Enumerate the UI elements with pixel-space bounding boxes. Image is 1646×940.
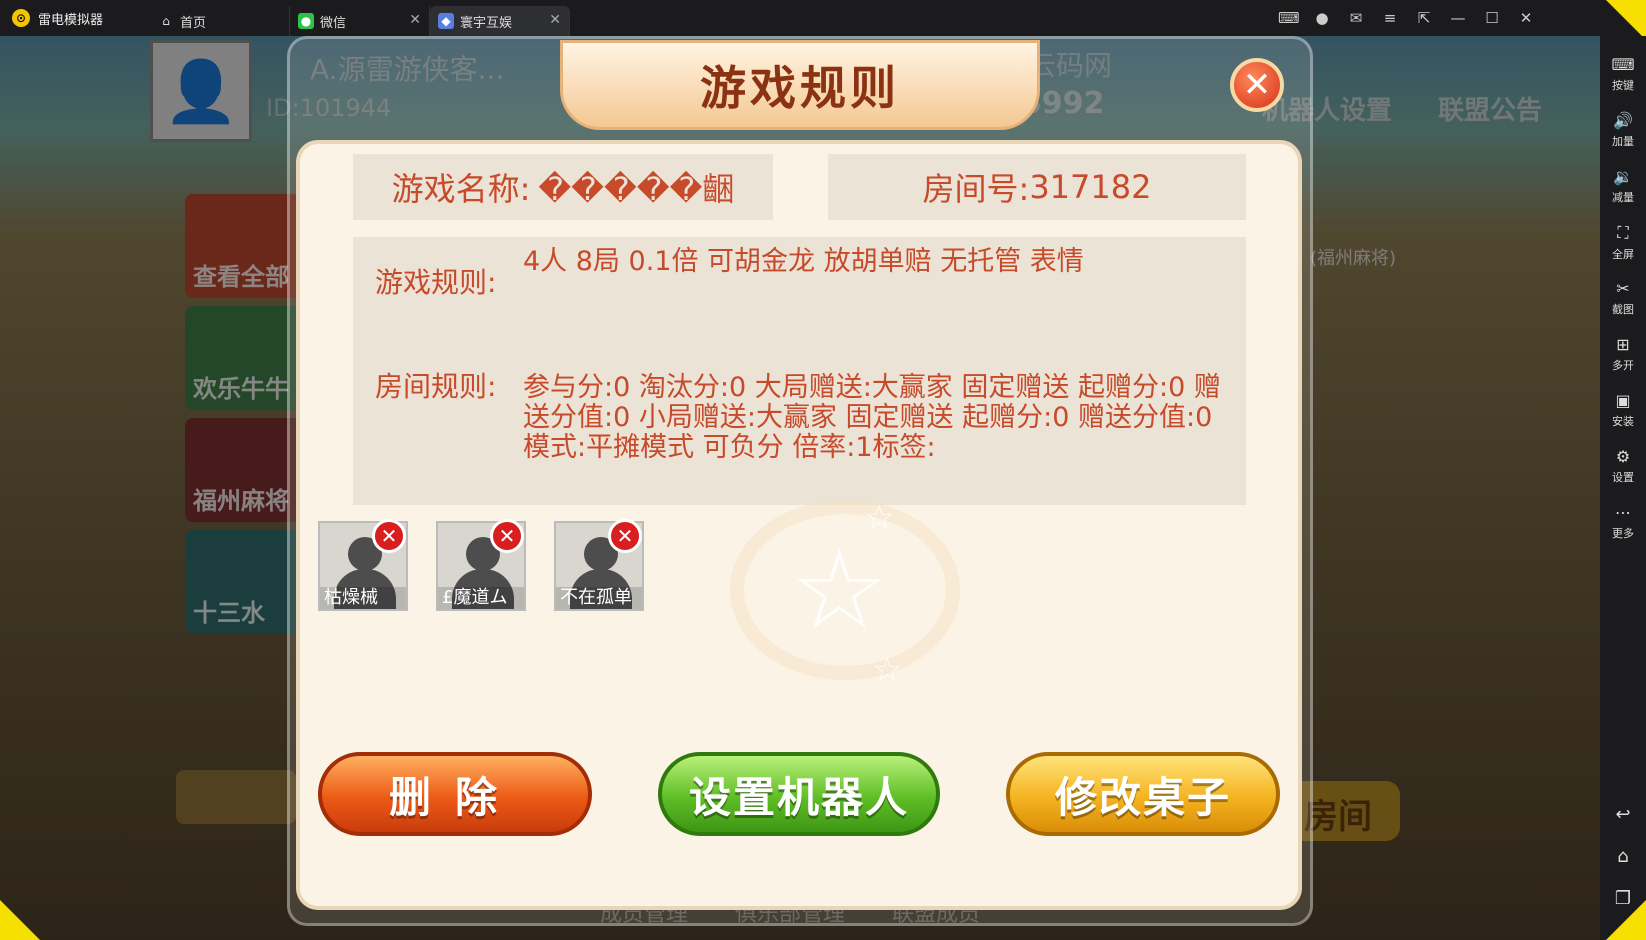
volume-up-icon: 🔊 (1613, 111, 1633, 130)
close-window-icon[interactable]: ✕ (1516, 9, 1536, 27)
sidebar-item-install[interactable]: ▣ 安装 (1600, 382, 1646, 438)
tab-game-close-icon[interactable]: ✕ (549, 12, 561, 28)
home-nav-icon[interactable]: ⌂ (1600, 846, 1646, 888)
rules-box: 游戏规则: 4人 8局 0.1倍 可胡金龙 放胡单赔 无托管 表情 房间规则: … (353, 237, 1246, 505)
tab-wechat-label: 微信 (320, 15, 347, 31)
game-rules-label: 游戏规则: (375, 266, 497, 299)
dialog-close-button[interactable]: ✕ (1230, 58, 1284, 112)
tab-home-label: 首页 (180, 15, 207, 31)
game-rules-text: 4人 8局 0.1倍 可胡金龙 放胡单赔 无托管 表情 (523, 246, 1084, 277)
sidebar-item-settings[interactable]: ⚙ 设置 (1600, 438, 1646, 494)
kick-player-3-button[interactable]: ✕ (608, 519, 642, 553)
small-star-icon: ☆ (872, 650, 903, 690)
sidebar-item-label: 全屏 (1612, 247, 1634, 261)
corner-accent (1606, 0, 1646, 40)
more-icon: ⋯ (1615, 503, 1631, 522)
sidebar-item-label: 多开 (1612, 359, 1634, 372)
menu-icon[interactable]: ≡ (1380, 9, 1400, 27)
restore-icon[interactable]: ⇱ (1414, 9, 1434, 27)
room-rules-label: 房间规则: (375, 370, 497, 403)
apk-icon: ▣ (1615, 391, 1631, 410)
tab-wechat-close-icon[interactable]: ✕ (409, 12, 421, 28)
sidebar-item-label: 设置 (1612, 471, 1634, 484)
account-icon[interactable]: ● (1312, 9, 1332, 27)
player-name: 枯燥械 (320, 587, 406, 609)
corner-accent-bottom-right (1606, 900, 1646, 940)
tab-game-label: 寰宇互娱 (460, 15, 513, 31)
tab-wechat[interactable]: ● 微信 ✕ (290, 6, 430, 36)
back-icon[interactable]: ↩ (1600, 804, 1646, 846)
game-app-icon: ◆ (438, 13, 454, 29)
player-name: £魔道ム (438, 587, 524, 609)
sidebar-item-label: 减量 (1612, 191, 1634, 204)
mail-icon[interactable]: ✉ (1346, 9, 1366, 27)
gear-icon: ⚙ (1615, 447, 1631, 466)
emulator-brand[interactable]: ⊙ 雷电模拟器 (0, 0, 150, 36)
sidebar-item-label: 截图 (1612, 303, 1634, 316)
star-icon: ☆ (790, 526, 889, 654)
emulator-logo-icon: ⊙ (12, 9, 30, 27)
small-star-icon: ☆ (864, 498, 895, 538)
sidebar-item-volume-up[interactable]: 🔊 加量 (1600, 102, 1646, 158)
corner-accent-bottom-left (0, 900, 40, 940)
room-rules-text: 参与分:0 淘汰分:0 大局赠送:大赢家 固定赠送 起赠分:0 赠送分值:0 小… (523, 372, 1221, 463)
sidebar-item-label: 加量 (1612, 135, 1634, 148)
sidebar-item-label: 按键 (1612, 79, 1634, 92)
sidebar-item-more[interactable]: ⋯ 更多 (1600, 494, 1646, 550)
close-icon: ✕ (1242, 65, 1272, 105)
dialog-title-banner: 游戏规则 (560, 40, 1040, 130)
sidebar-item-multi[interactable]: ⊞ 多开 (1600, 326, 1646, 382)
modify-table-button[interactable]: 修改桌子 (1006, 752, 1280, 836)
kick-player-2-button[interactable]: ✕ (490, 519, 524, 553)
window-controls: ⌨ ● ✉ ≡ ⇱ — ☐ ✕ (1278, 0, 1536, 36)
tab-home[interactable]: ⌂ 首页 (150, 6, 290, 36)
emulator-titlebar: ⊙ 雷电模拟器 ⌂ 首页 ● 微信 ✕ ◆ 寰宇互娱 ✕ ⌨ ● ✉ ≡ ⇱ —… (0, 0, 1646, 36)
game-name-label: 游戏名称: (391, 170, 531, 208)
multi-open-icon: ⊞ (1616, 335, 1630, 354)
delete-button[interactable]: 删除 (318, 752, 592, 836)
dialog-title: 游戏规则 (700, 61, 900, 115)
room-value: 317182 (1029, 168, 1152, 206)
sidebar-item-keys[interactable]: ⌨ 按键 (1600, 46, 1646, 102)
fullscreen-icon: ⛶ (1617, 222, 1629, 242)
sidebar-item-volume-down[interactable]: 🔉 减量 (1600, 158, 1646, 214)
sidebar-item-screenshot[interactable]: ✂ 截图 (1600, 270, 1646, 326)
emulator-sidebar: ⌨ 按键 🔊 加量 🔉 减量 ⛶ 全屏 ✂ 截图 ⊞ 多开 ▣ 安装 ⚙ 设置 … (1600, 36, 1646, 940)
keyboard-icon: ⌨ (1611, 55, 1635, 74)
wechat-icon: ● (298, 13, 314, 29)
emulator-app-name: 雷电模拟器 (38, 12, 104, 28)
player-name: 不在孤单 (556, 587, 642, 609)
game-name-value: �����齫 (538, 170, 735, 208)
gamepad-icon[interactable]: ⌨ (1278, 9, 1300, 27)
volume-down-icon: 🔉 (1613, 167, 1633, 186)
room-number-box: 房间号: 317182 (828, 154, 1246, 220)
sidebar-item-label: 安装 (1612, 415, 1634, 428)
minimize-icon[interactable]: — (1448, 9, 1468, 27)
game-name-box: 游戏名称: �����齫 (353, 154, 773, 220)
kick-player-1-button[interactable]: ✕ (372, 519, 406, 553)
tab-game[interactable]: ◆ 寰宇互娱 ✕ (430, 6, 570, 36)
sidebar-item-label: 更多 (1612, 527, 1634, 540)
room-label: 房间号: (922, 170, 1030, 208)
sidebar-item-fullscreen[interactable]: ⛶ 全屏 (1600, 214, 1646, 270)
maximize-icon[interactable]: ☐ (1482, 9, 1502, 27)
set-robot-button[interactable]: 设置机器人 (658, 752, 940, 836)
home-icon: ⌂ (162, 14, 170, 28)
scissors-icon: ✂ (1616, 279, 1630, 298)
